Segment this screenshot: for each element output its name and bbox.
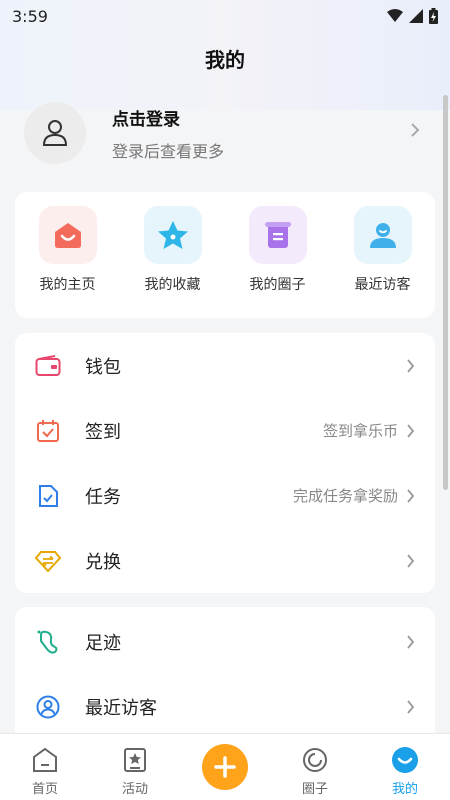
menu-item-wallet[interactable]: 钱包 [15, 333, 435, 398]
quick-link-homepage[interactable]: 我的主页 [16, 206, 120, 318]
quick-link-favorites[interactable]: 我的收藏 [121, 206, 225, 318]
quick-link-label: 我的圈子 [249, 277, 306, 293]
menu-item-recent-visitors[interactable]: 最近访客 [15, 674, 435, 739]
menu-item-checkin[interactable]: 签到 签到拿乐币 [15, 398, 435, 463]
tab-label: 圈子 [301, 782, 328, 797]
star-icon [143, 206, 202, 264]
task-check-icon [35, 483, 61, 509]
circle-tab-icon [301, 746, 329, 774]
menu-card-primary: 钱包 签到 签到拿乐币 任务 完成任务拿奖励 兑换 [15, 333, 435, 593]
login-title[interactable]: 点击登录 [112, 105, 224, 130]
mine-tab-icon [391, 746, 419, 774]
chevron-right-icon [406, 488, 415, 503]
menu-item-exchange[interactable]: 兑换 [15, 528, 435, 593]
menu-item-hint: 签到拿乐币 [322, 422, 398, 440]
battery-icon [429, 8, 438, 24]
home-face-icon [38, 206, 97, 264]
quick-link-label: 我的收藏 [144, 277, 201, 293]
tab-home[interactable]: 首页 [0, 734, 90, 797]
status-icons [387, 8, 438, 24]
chevron-right-icon [406, 358, 415, 373]
bottom-tabbar: 首页 活动 圈子 我的 [0, 733, 450, 800]
menu-item-label: 兑换 [85, 551, 121, 573]
status-time: 3:59 [12, 6, 48, 26]
visitor-icon [353, 206, 412, 264]
tab-label: 我的 [391, 782, 418, 797]
menu-item-tasks[interactable]: 任务 完成任务拿奖励 [15, 463, 435, 528]
wallet-icon [35, 353, 61, 379]
tab-create[interactable] [180, 734, 270, 790]
quick-link-label: 我的主页 [39, 277, 96, 293]
user-icon [42, 120, 68, 146]
footprint-icon [35, 629, 61, 655]
scroll-icon [248, 206, 307, 264]
menu-item-label: 签到 [85, 421, 121, 443]
quick-link-visitors[interactable]: 最近访客 [331, 206, 435, 318]
profile-text: 点击登录 登录后查看更多 [112, 105, 224, 162]
menu-item-label: 任务 [85, 486, 121, 508]
login-profile-row[interactable]: 点击登录 登录后查看更多 [0, 88, 440, 178]
menu-card-secondary: 足迹 最近访客 [15, 607, 435, 747]
chevron-right-icon [406, 634, 415, 649]
quick-link-label: 最近访客 [354, 277, 411, 293]
chevron-right-icon [406, 423, 415, 438]
quick-link-circles[interactable]: 我的圈子 [226, 206, 330, 318]
chevron-right-icon [406, 553, 415, 568]
tab-mine[interactable]: 我的 [360, 734, 450, 797]
menu-item-label: 足迹 [85, 632, 121, 654]
activity-tab-icon [121, 746, 149, 774]
quick-links-card: 我的主页 我的收藏 我的圈子 最近访客 [15, 192, 435, 318]
exchange-diamond-icon [35, 548, 61, 574]
tab-label: 首页 [31, 782, 58, 797]
chevron-right-icon [406, 699, 415, 714]
signal-icon [409, 9, 423, 23]
scrollbar[interactable] [443, 95, 448, 490]
menu-item-label: 最近访客 [85, 697, 157, 719]
login-subtitle: 登录后查看更多 [112, 141, 225, 161]
user-circle-icon [35, 694, 61, 720]
tab-circle[interactable]: 圈子 [270, 734, 360, 797]
status-bar: 3:59 [0, 0, 450, 32]
wifi-icon [387, 9, 403, 22]
chevron-right-icon [410, 122, 420, 142]
avatar[interactable] [24, 102, 86, 164]
home-tab-icon [31, 746, 59, 774]
tab-activity[interactable]: 活动 [90, 734, 180, 797]
plus-icon[interactable] [202, 744, 248, 790]
menu-item-footprint[interactable]: 足迹 [15, 609, 435, 674]
tab-label: 活动 [121, 782, 148, 797]
calendar-check-icon [35, 418, 61, 444]
menu-item-hint: 完成任务拿奖励 [292, 487, 398, 505]
page-title: 我的 [205, 48, 245, 72]
menu-item-label: 钱包 [85, 356, 121, 378]
